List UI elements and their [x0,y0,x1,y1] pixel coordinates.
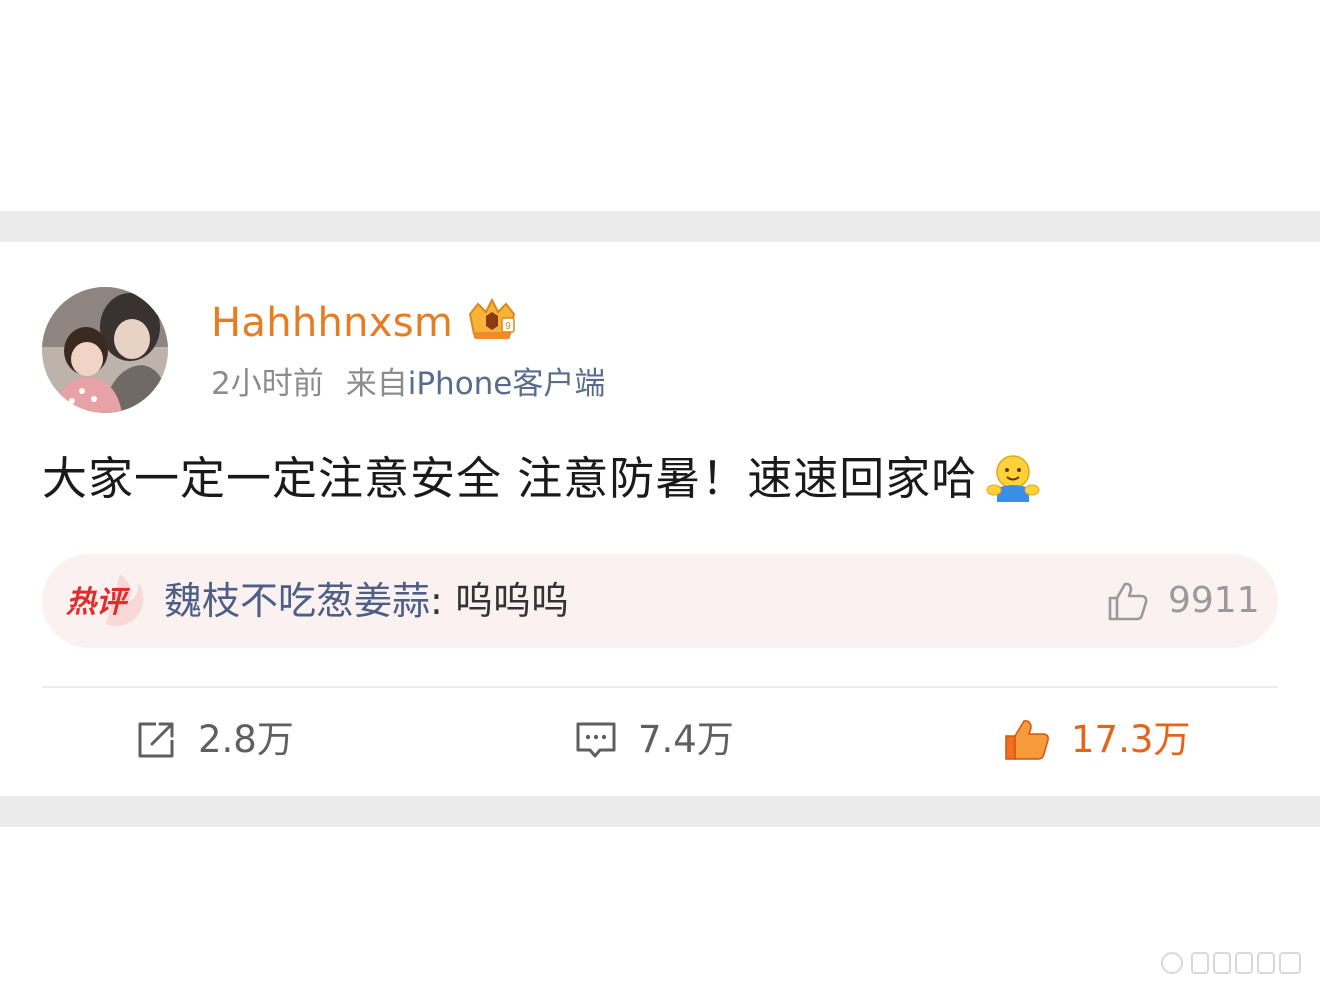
post-card[interactable]: Hahhhnxsm 9 2小时前 来自iPhone客户端 大家一定一定注意安全 注… [0,242,1320,796]
repost-button[interactable]: 2.8万 [134,714,294,766]
hug-emoji-icon [986,455,1040,502]
hot-comment-content: 呜呜呜 [454,579,569,623]
svg-text:9: 9 [505,321,511,332]
post-meta: 2小时前 来自iPhone客户端 [211,362,605,406]
top-separator-band [0,211,1320,242]
like-button[interactable]: 17.3万 [1003,714,1190,766]
avatar-image [42,287,168,413]
thumbs-up-outline-icon[interactable] [1106,579,1150,623]
thumbs-up-filled-icon [1005,720,1049,760]
hot-comment-tag: 热评 [65,574,144,626]
post-text: 大家一定一定注意安全 注意防暑！速速回家哈 [42,452,978,505]
avatar[interactable] [42,287,168,413]
weibo-post-page: Hahhhnxsm 9 2小时前 来自iPhone客户端 大家一定一定注意安全 注… [0,0,1320,990]
hot-comment-separator: : [430,579,455,623]
post-time: 2小时前 [211,366,324,402]
action-divider [42,686,1278,688]
like-count: 17.3万 [1071,718,1191,761]
hot-comment-user[interactable]: 魏枝不吃葱姜蒜 [164,579,430,623]
source-app-link[interactable]: iPhone客户端 [408,366,606,402]
hot-tag-label: 热评 [65,585,131,620]
comment-count: 7.4万 [638,718,734,761]
comment-button[interactable]: 7.4万 [574,714,734,766]
hot-comment-like-count: 9911 [1168,580,1260,621]
source-prefix: 来自 [345,366,408,402]
repost-count: 2.8万 [198,718,294,761]
share-square-icon [138,722,174,758]
speech-bubble-icon [576,722,616,758]
username[interactable]: Hahhhnxsm [211,298,453,348]
crown-badge-icon[interactable]: 9 [464,298,520,342]
hot-comment-text: 魏枝不吃葱姜蒜: 呜呜呜 [164,574,569,628]
bottom-separator-band [0,796,1320,827]
post-body: 大家一定一定注意安全 注意防暑！速速回家哈 [42,448,1041,510]
watermark-icon [1161,952,1301,974]
hot-comment[interactable]: 热评 魏枝不吃葱姜蒜: 呜呜呜 9911 [42,554,1278,648]
